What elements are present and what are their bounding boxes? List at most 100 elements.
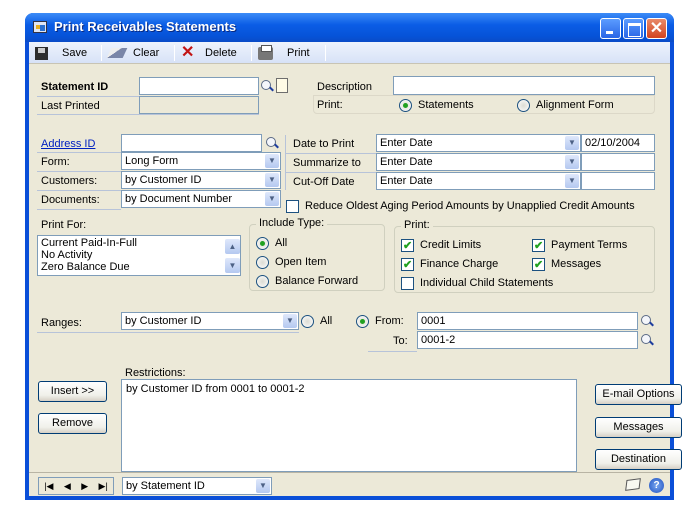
ranges-all-label: All (320, 315, 333, 327)
eraser-icon (106, 48, 128, 58)
ranges-value: by Customer ID (125, 315, 202, 327)
date-to-print-label: Date to Print (293, 138, 355, 150)
clear-button[interactable]: Clear (106, 44, 160, 62)
cutoff-date-label: Cut-Off Date (293, 176, 355, 188)
print-button[interactable]: Print (258, 44, 310, 62)
email-options-button[interactable]: E-mail Options (595, 384, 682, 405)
address-id-input[interactable] (121, 134, 262, 152)
range-from-lookup-icon[interactable] (640, 314, 654, 328)
list-item[interactable]: by Customer ID from 0001 to 0001-2 (126, 383, 305, 395)
payment-terms-checkbox[interactable]: Payment Terms (532, 237, 627, 254)
clear-label: Clear (133, 47, 160, 59)
range-from-input[interactable]: 0001 (417, 312, 638, 330)
summarize-to-mode: Enter Date (380, 156, 433, 168)
title-bar[interactable]: Print Receivables Statements ✕ (25, 13, 674, 42)
date-to-print-input[interactable]: 02/10/2004 (581, 134, 655, 152)
messages-button[interactable]: Messages (595, 417, 682, 438)
save-icon (35, 46, 48, 60)
description-input[interactable] (393, 76, 655, 95)
radio-selected-icon (356, 314, 369, 328)
print-statements-radio[interactable]: Statements (399, 97, 474, 113)
note-icon[interactable] (625, 478, 641, 491)
help-icon[interactable]: ? (649, 478, 664, 493)
messages-checkbox[interactable]: Messages (532, 256, 601, 273)
date-to-print-mode: Enter Date (380, 137, 433, 149)
last-printed-value (139, 96, 259, 114)
checkbox-checked-icon (401, 238, 414, 254)
individual-child-statements-checkbox[interactable]: Individual Child Statements (401, 275, 553, 291)
finance-charge-checkbox[interactable]: Finance Charge (401, 256, 499, 273)
customers-label: Customers: (41, 175, 98, 187)
include-type-balance-forward-radio[interactable]: Balance Forward (256, 273, 358, 289)
delete-label: Delete (205, 47, 237, 59)
restrictions-listbox[interactable]: by Customer ID from 0001 to 0001-2 (121, 379, 577, 472)
new-document-icon[interactable] (276, 78, 288, 93)
minimize-button[interactable] (600, 18, 621, 39)
sort-by-value: by Statement ID (126, 480, 205, 492)
cutoff-date-input[interactable] (581, 172, 655, 190)
window-client-area: Save Clear ✕ Delete Print Statement ID L… (29, 42, 682, 496)
first-record-icon[interactable]: |◀ (44, 481, 53, 492)
checkbox-checked-icon (532, 238, 545, 254)
date-to-print-mode-dropdown[interactable]: Enter Date ▼ (376, 134, 581, 152)
window-title: Print Receivables Statements (54, 19, 237, 34)
scroll-down-icon[interactable]: ▼ (225, 258, 240, 273)
range-to-input[interactable]: 0001-2 (417, 331, 638, 349)
ranges-all-radio[interactable]: All (301, 313, 332, 329)
summarize-to-mode-dropdown[interactable]: Enter Date ▼ (376, 153, 581, 171)
next-record-icon[interactable]: ▶ (81, 481, 88, 492)
chevron-down-icon: ▼ (283, 314, 297, 328)
include-type-all-radio[interactable]: All (256, 235, 287, 251)
close-button[interactable]: ✕ (646, 18, 667, 39)
address-id-lookup-icon[interactable] (265, 136, 279, 150)
list-item[interactable]: No Activity (41, 249, 137, 261)
customers-dropdown[interactable]: by Customer ID ▼ (121, 171, 281, 189)
insert-button[interactable]: Insert >> (38, 381, 107, 402)
print-receivables-statements-window: Print Receivables Statements ✕ Save Clea… (25, 13, 682, 500)
delete-button[interactable]: ✕ Delete (181, 44, 237, 62)
documents-value: by Document Number (125, 193, 232, 205)
credit-limits-checkbox[interactable]: Credit Limits (401, 237, 481, 254)
cutoff-date-mode-dropdown[interactable]: Enter Date ▼ (376, 172, 581, 190)
list-item[interactable]: Current Paid-In-Full (41, 237, 137, 249)
print-statements-label: Statements (418, 99, 474, 111)
list-item[interactable]: Zero Balance Due (41, 261, 137, 273)
previous-record-icon[interactable]: ◀ (64, 481, 71, 492)
print-label: Print (287, 47, 310, 59)
row-divider (37, 209, 121, 210)
summarize-to-input[interactable] (581, 153, 655, 171)
close-icon: ✕ (649, 20, 664, 37)
chevron-down-icon: ▼ (565, 136, 579, 150)
finance-charge-label: Finance Charge (420, 258, 499, 270)
ranges-from-radio[interactable]: From: (356, 313, 404, 329)
maximize-button[interactable] (623, 18, 644, 39)
row-divider (37, 332, 299, 333)
address-id-link[interactable]: Address ID (37, 135, 117, 153)
toolbar-separator (101, 45, 102, 61)
statement-id-lookup-icon[interactable] (260, 79, 274, 93)
print-for-items: Current Paid-In-Full No Activity Zero Ba… (41, 237, 137, 273)
chevron-down-icon: ▼ (265, 154, 279, 168)
remove-button[interactable]: Remove (38, 413, 107, 434)
destination-button[interactable]: Destination (595, 449, 682, 470)
print-for-listbox[interactable]: Current Paid-In-Full No Activity Zero Ba… (37, 235, 241, 276)
form-value: Long Form (125, 155, 179, 167)
save-button[interactable]: Save (35, 44, 87, 62)
print-alignment-form-radio[interactable]: Alignment Form (517, 97, 614, 113)
ranges-to-label: To: (393, 335, 408, 347)
sort-by-dropdown[interactable]: by Statement ID ▼ (122, 477, 272, 495)
include-type-label: Include Type: (256, 217, 328, 229)
range-to-lookup-icon[interactable] (640, 333, 654, 347)
scroll-up-icon[interactable]: ▲ (225, 239, 240, 254)
include-type-open-item-radio[interactable]: Open Item (256, 254, 326, 270)
toolbar-separator (325, 45, 326, 61)
status-bar: |◀ ◀ ▶ ▶| by Statement ID ▼ ? (29, 472, 670, 496)
form-dropdown[interactable]: Long Form ▼ (121, 152, 281, 170)
last-record-icon[interactable]: ▶| (99, 481, 108, 492)
radio-unselected-icon (517, 98, 530, 112)
ranges-dropdown[interactable]: by Customer ID ▼ (121, 312, 299, 330)
documents-dropdown[interactable]: by Document Number ▼ (121, 190, 281, 208)
statement-id-input[interactable] (139, 77, 259, 95)
chevron-down-icon: ▼ (256, 479, 270, 493)
reduce-oldest-checkbox[interactable]: Reduce Oldest Aging Period Amounts by Un… (286, 198, 635, 214)
